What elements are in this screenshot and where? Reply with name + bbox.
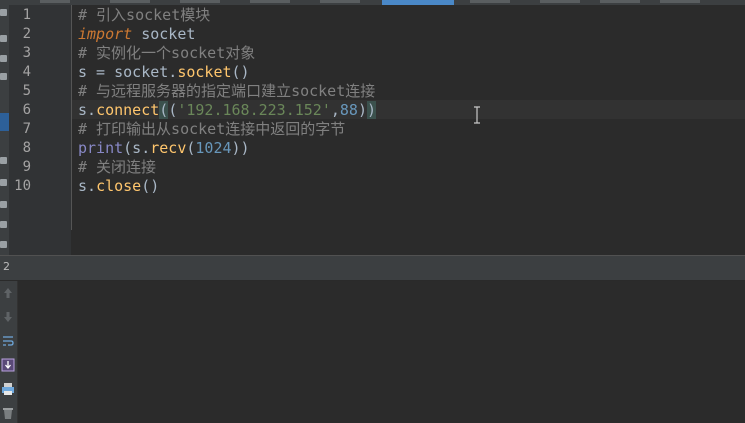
code-line-5[interactable]: # 与远程服务器的指定端口建立socket连接 [78,82,375,101]
editor-tab[interactable] [470,0,510,3]
editor-tab[interactable] [660,0,700,3]
code-text: s = socket. [78,63,178,81]
code-line-1[interactable]: # 引入socket模块 [78,6,210,25]
editor-tab[interactable] [600,0,640,3]
comment: # 引入socket模块 [78,6,211,24]
string-literal: '192.168.223.152' [177,101,331,119]
soft-wrap-icon[interactable] [1,334,15,348]
code-text: () [231,63,250,81]
comment: # 打印输出从socket连接中返回的字节 [78,120,346,138]
code-line-8[interactable]: print(s.recv(1024)) [78,139,250,158]
structure-icon[interactable] [0,55,7,62]
trash-icon[interactable] [1,406,15,420]
run-tab-label[interactable]: 2 [3,260,10,273]
number-literal: 88 [339,101,358,119]
code-line-4[interactable]: s = socket.socket() [78,63,250,82]
line-number-gutter[interactable]: 1 2 3 4 5 6 7 8 9 10 [9,5,71,255]
line-number: 2 [22,26,31,42]
function-call: connect [96,101,160,119]
comment: # 与远程服务器的指定端口建立socket连接 [78,82,376,100]
code-text: , [330,101,340,119]
arrow-up-icon[interactable] [1,286,15,300]
code-line-2[interactable]: import socket [78,25,195,44]
line-number: 3 [22,45,31,61]
bookmark-icon[interactable] [0,9,7,16]
code-line-9[interactable]: # 关闭连接 [78,158,156,177]
line-number: 4 [22,64,31,80]
code-line-10[interactable]: s.close() [78,177,159,196]
code-text: ( [168,101,178,119]
editor-tab[interactable] [320,0,360,3]
keyword: import [78,25,133,43]
line-number: 9 [22,159,31,175]
bookmark-icon[interactable] [0,241,7,248]
matched-paren: ( [159,101,169,119]
editor-tab[interactable] [40,0,70,3]
active-tool-indicator[interactable] [0,113,9,131]
code-text: ) [357,101,367,119]
arrow-down-icon[interactable] [1,310,15,324]
console-output[interactable] [18,281,745,423]
function-call: close [96,177,142,195]
editor-tab[interactable] [540,0,580,3]
scroll-to-end-icon[interactable] [1,358,15,372]
line-number: 6 [22,102,31,118]
line-number: 8 [22,140,31,156]
favorites-icon[interactable] [0,73,7,80]
code-line-3[interactable]: # 实例化一个socket对象 [78,44,255,63]
matched-paren: ) [367,101,377,119]
function-call: recv [150,139,187,157]
number-literal: 1024 [195,139,232,157]
comment: # 关闭连接 [78,158,157,176]
print-icon[interactable] [1,382,15,396]
bookmark-icon[interactable] [0,179,7,186]
editor-tab[interactable] [250,0,290,3]
code-line-7[interactable]: # 打印输出从socket连接中返回的字节 [78,120,345,139]
editor-tab[interactable] [110,0,150,3]
console-toolbar [0,281,18,423]
line-number: 7 [22,121,31,137]
bookmark-icon[interactable] [0,157,7,164]
code-text: s. [78,101,97,119]
code-text: )) [231,139,250,157]
code-text: socket [132,25,196,43]
run-panel-header[interactable]: 2 [0,255,745,281]
function-call: socket [177,63,232,81]
line-number: 10 [14,178,31,194]
line-number: 5 [22,83,31,99]
builtin-function: print [78,139,124,157]
bookmark-icon[interactable] [0,201,7,208]
comment: # 实例化一个socket对象 [78,44,256,62]
bookmark-icon[interactable] [0,221,7,228]
line-number: 1 [22,7,31,23]
text-cursor-icon [474,106,480,124]
code-text: s. [78,177,97,195]
editor-tab[interactable] [180,0,220,3]
code-text: (s. [123,139,151,157]
tool-window-strip [0,5,9,255]
bookmark-icon[interactable] [0,35,7,42]
code-text: () [141,177,160,195]
code-line-6[interactable]: s.connect(('192.168.223.152',88)) [78,101,377,120]
